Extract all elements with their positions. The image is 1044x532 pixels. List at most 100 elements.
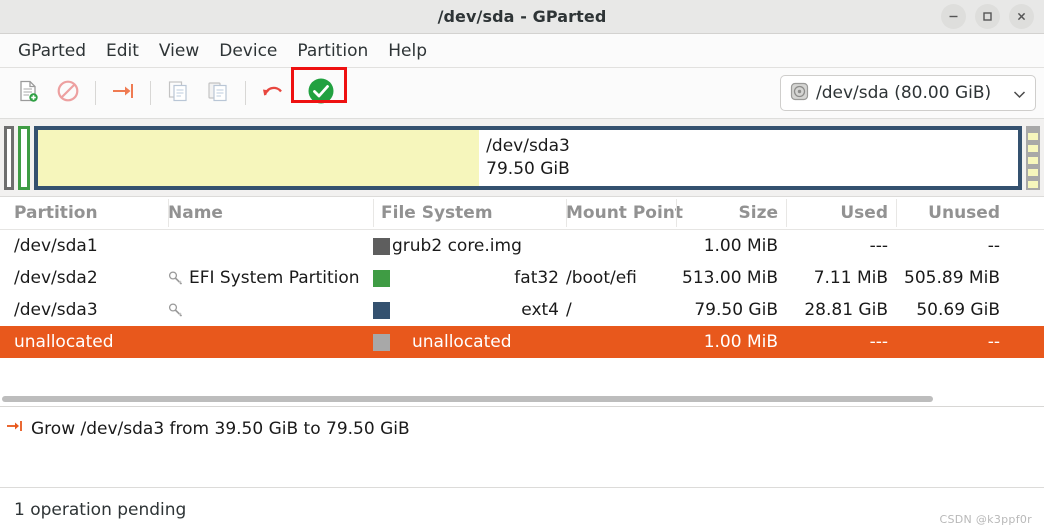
cell-used: --- [869,332,888,352]
disk-block-label: /dev/sda3 79.50 GiB [38,135,1018,181]
delete-partition-icon [56,79,80,107]
cell-filesystem-text: grub2 core.img [392,236,522,256]
table-row[interactable]: /dev/sda3 ext4 / 79.50 GiB 28.81 GiB 50.… [0,294,1044,326]
table-row[interactable]: /dev/sda1 grub2 core.img 1.00 MiB --- -- [0,230,1044,262]
cell-size: 513.00 MiB [682,268,778,288]
toolbar-separator [245,81,246,105]
resize-arrow-icon [6,418,24,439]
disk-block-size: 79.50 GiB [486,158,570,179]
cell-used: 28.81 GiB [804,300,888,320]
new-partition-button[interactable] [8,74,48,112]
undo-button[interactable] [253,74,293,112]
cell-unused: 505.89 MiB [904,268,1000,288]
cell-unused: -- [987,332,1000,352]
copy-icon [166,79,190,107]
column-header-used[interactable]: Used [786,199,896,227]
cell-used: --- [869,236,888,256]
cell-filesystem-text: ext4 [521,300,559,320]
menu-device[interactable]: Device [209,38,287,64]
device-selector-label: /dev/sda (80.00 GiB) [816,83,992,103]
column-header-partition[interactable]: Partition [0,203,168,223]
column-header-filesystem[interactable]: File System [373,199,566,227]
status-bar: 1 operation pending CSDN @k3ppf0r [0,487,1044,532]
cell-used: 7.11 MiB [813,268,888,288]
table-header-row: Partition Name File System Mount Point S… [0,197,1044,230]
apply-icon [307,77,335,109]
disk-block-unallocated[interactable] [1026,125,1040,190]
table-row[interactable]: /dev/sda2 EFI System Partition fat32 /bo… [0,262,1044,294]
cell-size: 79.50 GiB [694,300,778,320]
disk-icon [790,82,809,105]
menu-bar: GParted Edit View Device Partition Help [0,34,1044,68]
key-icon [168,270,184,286]
close-button[interactable] [1009,4,1034,29]
minimize-button[interactable] [941,4,966,29]
gparted-window: /dev/sda - GParted GParted Edit View Dev… [0,0,1044,532]
menu-view[interactable]: View [149,38,209,64]
window-title: /dev/sda - GParted [437,7,607,26]
column-header-name[interactable]: Name [168,199,373,227]
cell-unused: -- [987,236,1000,256]
cell-filesystem: unallocated [373,332,566,352]
menu-edit[interactable]: Edit [96,38,149,64]
watermark: CSDN @k3ppf0r [939,513,1032,526]
delete-partition-button[interactable] [48,74,88,112]
disk-block-sda2[interactable] [18,125,30,190]
key-icon [168,302,184,318]
cell-partition: /dev/sda1 [14,236,98,256]
column-header-unused[interactable]: Unused [896,199,1008,227]
cell-mountpoint: / [566,300,572,320]
table-row[interactable]: unallocated unallocated 1.00 MiB --- -- [0,326,1044,358]
pending-operation-text: Grow /dev/sda3 from 39.50 GiB to 79.50 G… [31,418,410,439]
cell-partition: /dev/sda3 [14,300,98,320]
cell-filesystem-text: fat32 [514,268,559,288]
toolbar: /dev/sda (80.00 GiB) [0,67,1044,119]
disk-graphic: /dev/sda3 79.50 GiB [0,119,1044,197]
horizontal-scrollbar-thumb[interactable] [2,395,933,402]
paste-icon [206,79,230,107]
pending-operations-list: Grow /dev/sda3 from 39.50 GiB to 79.50 G… [0,406,1044,487]
resize-move-button[interactable] [103,74,143,112]
title-bar: /dev/sda - GParted [0,0,1044,34]
cell-mountpoint: /boot/efi [566,268,637,288]
disk-block-sda1[interactable] [4,125,14,190]
device-selector[interactable]: /dev/sda (80.00 GiB) [780,75,1036,111]
cell-filesystem: grub2 core.img [373,236,566,256]
resize-move-icon [110,79,136,107]
menu-gparted[interactable]: GParted [8,38,96,64]
filesystem-color-swatch [373,269,390,287]
menu-help[interactable]: Help [378,38,437,64]
filesystem-color-swatch [373,237,390,255]
maximize-button[interactable] [975,4,1000,29]
new-partition-icon [16,79,40,107]
toolbar-separator [95,81,96,105]
undo-icon [260,79,286,107]
cell-size: 1.00 MiB [703,236,778,256]
cell-name [168,302,373,318]
column-header-size[interactable]: Size [676,199,786,227]
cell-unused: 50.69 GiB [916,300,1000,320]
paste-button[interactable] [198,74,238,112]
status-text: 1 operation pending [14,500,187,520]
window-controls [941,0,1034,33]
disk-block-sda3[interactable]: /dev/sda3 79.50 GiB [34,125,1022,190]
copy-button[interactable] [158,74,198,112]
column-header-mountpoint[interactable]: Mount Point [566,199,683,227]
chevron-down-icon [1013,84,1026,103]
toolbar-separator [150,81,151,105]
cell-partition: /dev/sda2 [14,268,98,288]
horizontal-scrollbar[interactable] [0,390,1044,406]
menu-partition[interactable]: Partition [287,38,378,64]
cell-size: 1.00 MiB [703,332,778,352]
pending-operation-item[interactable]: Grow /dev/sda3 from 39.50 GiB to 79.50 G… [0,415,1044,439]
partition-table: Partition Name File System Mount Point S… [0,197,1044,406]
cell-filesystem: ext4 [373,300,566,320]
filesystem-color-swatch [373,333,390,351]
disk-block-name: /dev/sda3 [486,135,570,156]
cell-partition: unallocated [14,332,114,352]
filesystem-color-swatch [373,301,390,319]
apply-button[interactable] [291,67,349,112]
cell-name: EFI System Partition [168,268,373,288]
cell-filesystem: fat32 [373,268,566,288]
cell-filesystem-text: unallocated [412,332,512,352]
